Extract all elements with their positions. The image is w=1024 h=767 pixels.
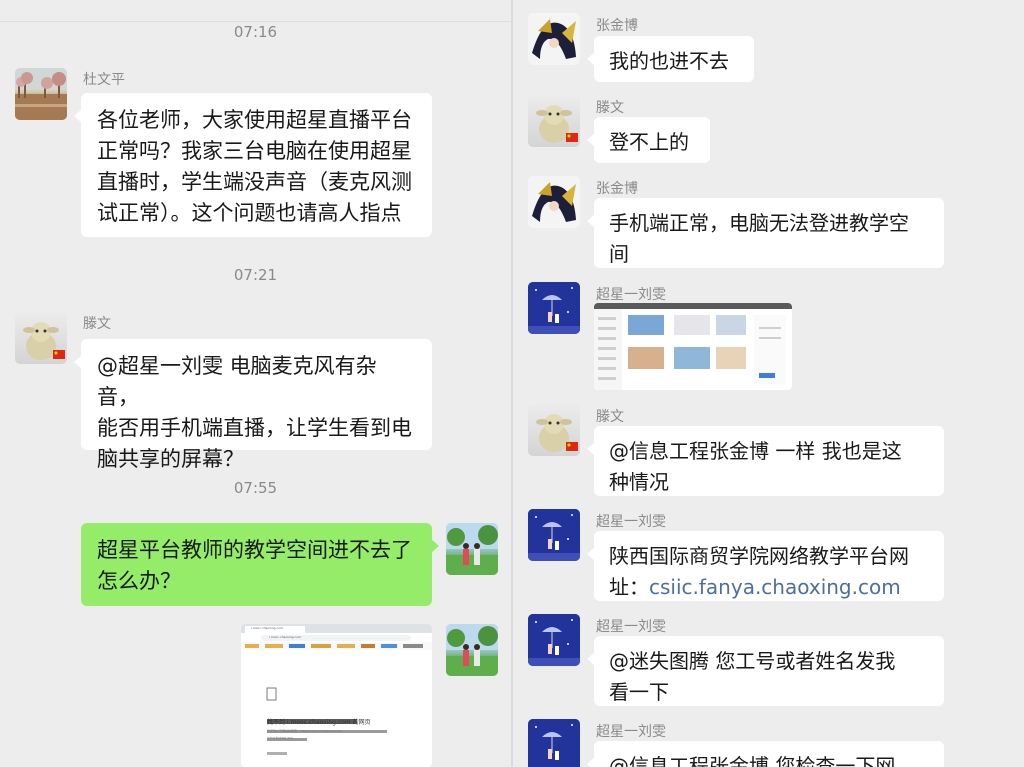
- message-line: 脑共享的屏幕？: [97, 447, 244, 471]
- night-avatar[interactable]: [528, 509, 580, 561]
- night-avatar[interactable]: [528, 282, 580, 334]
- sheep-avatar[interactable]: [15, 312, 67, 364]
- message-line: 正常吗？我家三台电脑在使用超星: [97, 139, 412, 163]
- sender-name: 张金博: [596, 18, 638, 34]
- sender-name: 滕文: [83, 316, 111, 332]
- message-bubble[interactable]: @信息工程张金博 您检查一下网: [587, 741, 944, 767]
- message-line: @信息工程张金博 您检查一下网: [609, 754, 896, 767]
- sender-name: 超星一刘雯: [596, 287, 666, 303]
- message-line: 种情况: [609, 470, 669, 494]
- message-line: 试正常）。这个问题也请高人指点: [97, 201, 402, 225]
- message-line: 间: [609, 242, 629, 266]
- night-avatar[interactable]: [528, 614, 580, 666]
- address-bar: i.mooc.chaoxing.com: [269, 635, 301, 639]
- message-line: @超星一刘雯 电脑麦克风有杂音，: [97, 354, 377, 409]
- night-avatar[interactable]: [528, 719, 580, 767]
- sender-name: 杜文平: [83, 72, 125, 88]
- error-title: 找不到 i.mooc.chaoxing.com 的网页: [267, 719, 371, 726]
- url-link[interactable]: csiic.fanya.chaoxing.com: [649, 575, 901, 599]
- message-text: 址：: [609, 575, 649, 599]
- message-bubble[interactable]: @信息工程张金博 一样 我也是这 种情况: [587, 426, 944, 496]
- timestamp: 07:16: [233, 23, 278, 41]
- screenshot-thumbnail-image[interactable]: [594, 303, 792, 390]
- message-line: 陕西国际商贸学院网络教学平台网: [609, 544, 909, 568]
- field-avatar[interactable]: [446, 624, 498, 676]
- anime-avatar[interactable]: [528, 176, 580, 228]
- message-bubble[interactable]: 手机端正常，电脑无法登进教学空 间: [587, 198, 944, 268]
- sender-name: 滕文: [596, 409, 624, 425]
- message-line: 能否用手机端直播，让学生看到电: [97, 416, 412, 440]
- error-code: HTTP ERROR 404: [267, 736, 293, 740]
- message-bubble[interactable]: 登不上的: [587, 117, 710, 163]
- right-chat-pane[interactable]: 张金博 我的也进不去 滕文 登不上的 张金博 手机端正常，电脑无法登进教学空 间…: [513, 0, 1024, 767]
- message-line: 超星平台教师的教学空间进不去了: [97, 538, 412, 562]
- top-strip: [0, 0, 511, 22]
- message-bubble[interactable]: @迷失图腾 您工号或者姓名发我 看一下: [587, 636, 944, 706]
- sheep-avatar[interactable]: [528, 404, 580, 456]
- sender-name: 超星一刘雯: [596, 724, 666, 740]
- message-line: 登不上的: [609, 130, 689, 154]
- sender-name: 超星一刘雯: [596, 619, 666, 635]
- message-line: 手机端正常，电脑无法登进教学空: [609, 211, 909, 235]
- message-line: 直播时，学生端没声音（麦克风测: [97, 170, 412, 194]
- message-line: 看一下: [609, 680, 669, 704]
- message-line: @迷失图腾 您工号或者姓名发我: [609, 649, 896, 673]
- message-line: 址：csiic.fanya.chaoxing.com: [609, 572, 929, 603]
- browser-screenshot-image[interactable]: i.mooc.chaoxing.com i.mooc.chaoxing.com …: [241, 624, 432, 767]
- message-line: 各位老师，大家使用超星直播平台: [97, 108, 412, 132]
- sender-name: 滕文: [596, 100, 624, 116]
- timestamp: 07:55: [233, 479, 278, 497]
- sheep-avatar[interactable]: [528, 95, 580, 147]
- left-chat-pane[interactable]: 07:16 杜文平 各位老师，大家使用超星直播平台 正常吗？我家三台电脑在使用超…: [0, 0, 511, 767]
- tab-title: i.mooc.chaoxing.com: [251, 626, 283, 630]
- sender-name: 张金博: [596, 181, 638, 197]
- message-bubble[interactable]: @超星一刘雯 电脑麦克风有杂音， 能否用手机端直播，让学生看到电 脑共享的屏幕？: [74, 339, 432, 471]
- message-bubble[interactable]: 陕西国际商贸学院网络教学平台网 址：csiic.fanya.chaoxing.c…: [587, 531, 944, 603]
- field-avatar[interactable]: [446, 523, 498, 575]
- message-line: @信息工程张金博 一样 我也是这: [609, 439, 902, 463]
- message-bubble[interactable]: 我的也进不去: [587, 36, 754, 82]
- anime-avatar[interactable]: [528, 13, 580, 65]
- landscape-avatar[interactable]: [15, 68, 67, 120]
- timestamp: 07:21: [233, 266, 278, 284]
- message-line: 怎么办？: [97, 569, 181, 593]
- message-bubble[interactable]: 各位老师，大家使用超星直播平台 正常吗？我家三台电脑在使用超星 直播时，学生端没…: [74, 93, 432, 237]
- message-line: 我的也进不去: [609, 49, 729, 73]
- sender-name: 超星一刘雯: [596, 514, 666, 530]
- error-detail: 找不到以下网址的网页：http://i.mooc.chaoxing.com/: [267, 729, 343, 733]
- my-message-bubble[interactable]: 超星平台教师的教学空间进不去了 怎么办？: [81, 523, 439, 606]
